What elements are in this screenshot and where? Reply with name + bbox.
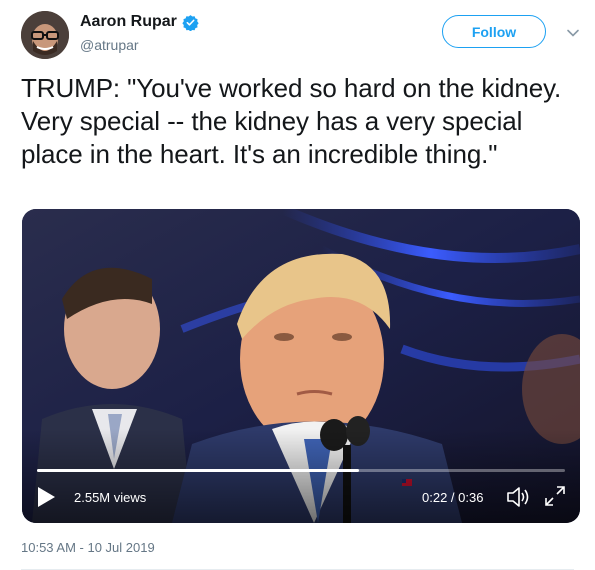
video-scrubber[interactable] xyxy=(37,469,565,472)
video-player[interactable]: 2.55M views 0:22 / 0:36 xyxy=(22,209,580,523)
author-name-row[interactable]: Aaron Rupar xyxy=(80,13,199,31)
chevron-down-icon[interactable] xyxy=(566,26,580,40)
follow-button[interactable]: Follow xyxy=(442,15,546,48)
tweet-card: Aaron Rupar @atrupar Follow TRUMP: "You'… xyxy=(0,0,595,570)
avatar[interactable] xyxy=(21,11,69,59)
volume-icon[interactable] xyxy=(506,485,532,509)
verified-badge-icon xyxy=(182,14,199,31)
tweet-text: TRUMP: "You've worked so hard on the kid… xyxy=(21,73,562,169)
video-progress-fill xyxy=(37,469,360,472)
tweet-timestamp[interactable]: 10:53 AM - 10 Jul 2019 xyxy=(21,540,155,555)
author-name[interactable]: Aaron Rupar xyxy=(80,13,177,31)
fullscreen-icon[interactable] xyxy=(544,485,566,507)
author-handle[interactable]: @atrupar xyxy=(80,37,139,53)
video-time: 0:22 / 0:36 xyxy=(422,490,484,505)
video-views: 2.55M views xyxy=(74,490,147,505)
play-icon[interactable] xyxy=(36,486,56,508)
video-controls: 2.55M views 0:22 / 0:36 xyxy=(22,473,580,523)
